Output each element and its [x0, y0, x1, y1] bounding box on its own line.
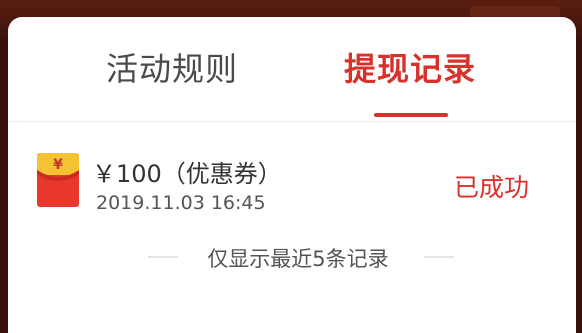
withdrawal-records-modal: 活动规则 提现记录 ¥ ￥100（优惠券） 2019.11.03 16:45 已…: [8, 17, 576, 333]
active-tab-indicator: [374, 113, 448, 117]
tab-withdrawal-records[interactable]: 提现记录: [344, 49, 476, 89]
record-time: 2019.11.03 16:45: [96, 192, 266, 214]
svg-text:¥: ¥: [53, 157, 63, 173]
divider-left: [148, 256, 178, 258]
tab-activity-rules[interactable]: 活动规则: [106, 49, 238, 89]
record-status: 已成功: [454, 173, 530, 202]
records-limit-note: 仅显示最近5条记录: [207, 247, 389, 271]
divider-right: [424, 256, 454, 258]
record-amount: ￥100（优惠券）: [92, 160, 282, 188]
records-footer: 仅显示最近5条记录: [8, 243, 576, 273]
record-row: ¥ ￥100（优惠券） 2019.11.03 16:45 已成功: [8, 122, 576, 232]
tab-bar: 活动规则 提现记录: [8, 17, 576, 121]
red-envelope-icon: ¥: [36, 152, 80, 208]
